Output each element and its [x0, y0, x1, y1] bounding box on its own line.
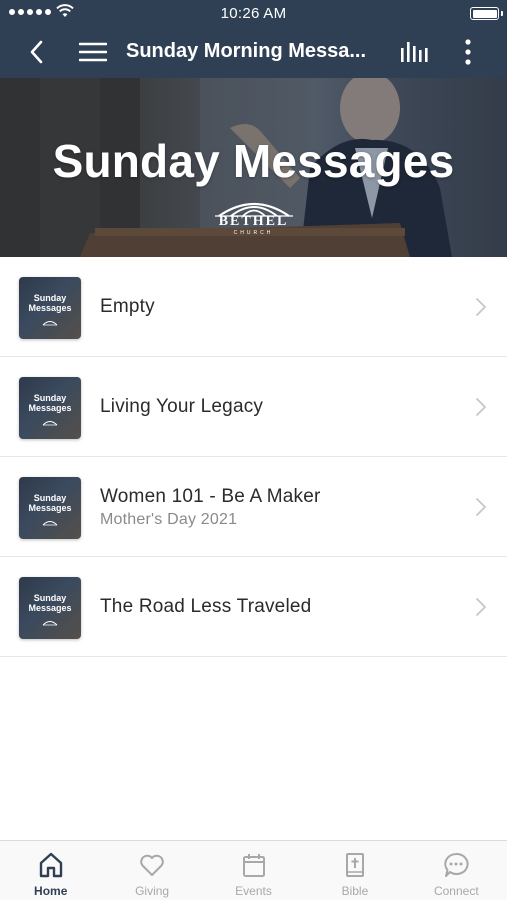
- chevron-right-icon: [476, 398, 486, 416]
- chevron-right-icon: [476, 498, 486, 516]
- thumbnail-title: Sunday Messages: [28, 393, 72, 413]
- message-title: The Road Less Traveled: [100, 596, 312, 617]
- church-logo-subtext: CHURCH: [233, 230, 274, 236]
- message-title: Living Your Legacy: [100, 396, 264, 417]
- status-bar: 10:26 AM: [0, 0, 507, 26]
- tab-label: Bible: [341, 884, 369, 898]
- church-logo-icon: [42, 621, 58, 626]
- tab-events[interactable]: Events: [203, 841, 304, 900]
- church-logo-text: BETHEL: [218, 214, 289, 229]
- chat-bubble-icon: [444, 852, 469, 877]
- item-text: Living Your Legacy: [100, 357, 263, 457]
- hero-banner: Sunday Messages BETHEL CHURCH: [0, 78, 507, 257]
- church-logo-icon: [42, 521, 58, 526]
- item-text: Women 101 - Be A Maker Mother's Day 2021: [100, 457, 321, 557]
- thumbnail-title: Sunday Messages: [28, 293, 72, 313]
- list-item[interactable]: Sunday Messages Living Your Legacy: [0, 357, 507, 457]
- chevron-right-icon: [476, 298, 486, 316]
- list-item[interactable]: Sunday Messages Empty: [0, 257, 507, 357]
- message-thumbnail: Sunday Messages: [19, 477, 81, 539]
- tab-giving[interactable]: Giving: [101, 841, 202, 900]
- more-vertical-icon[interactable]: [458, 38, 478, 66]
- message-thumbnail: Sunday Messages: [19, 577, 81, 639]
- bible-icon: [345, 853, 364, 877]
- thumbnail-title: Sunday Messages: [28, 593, 72, 613]
- tab-home[interactable]: Home: [0, 841, 101, 900]
- calendar-icon: [242, 854, 265, 877]
- tab-label: Giving: [135, 884, 170, 898]
- battery-icon: [470, 7, 503, 20]
- hamburger-menu-icon[interactable]: [79, 41, 107, 63]
- page-title: Sunday Morning Messa...: [126, 40, 367, 62]
- tab-label: Connect: [433, 884, 479, 898]
- list-item[interactable]: Sunday Messages The Road Less Traveled: [0, 557, 507, 657]
- thumbnail-title: Sunday Messages: [28, 493, 72, 513]
- home-icon: [39, 852, 62, 878]
- message-title: Women 101 - Be A Maker: [100, 485, 321, 507]
- back-chevron-icon[interactable]: [27, 39, 47, 65]
- message-title: Empty: [100, 296, 155, 317]
- item-text: The Road Less Traveled: [100, 557, 311, 657]
- item-text: Empty: [100, 257, 155, 357]
- chevron-right-icon: [476, 598, 486, 616]
- tab-bar: Home Giving Events Bible Connect: [0, 840, 507, 900]
- message-list: Sunday Messages Empty Sunday Messages Livi…: [0, 257, 507, 657]
- church-logo-icon: [42, 421, 58, 426]
- tab-label: Home: [34, 884, 68, 898]
- heart-icon: [140, 854, 164, 876]
- list-item[interactable]: Sunday Messages Women 101 - Be A Maker Mo…: [0, 457, 507, 557]
- tab-connect[interactable]: Connect: [406, 841, 507, 900]
- tab-label: Events: [235, 884, 272, 898]
- hero-title: Sunday Messages: [52, 135, 455, 187]
- status-time: 10:26 AM: [220, 5, 287, 22]
- church-logo-icon: [42, 321, 58, 326]
- message-thumbnail: Sunday Messages: [19, 277, 81, 339]
- message-subtitle: Mother's Day 2021: [100, 510, 238, 528]
- navigation-bar: Sunday Morning Messa...: [0, 26, 507, 78]
- tab-bible[interactable]: Bible: [304, 841, 405, 900]
- audio-bars-icon[interactable]: [399, 40, 431, 64]
- message-thumbnail: Sunday Messages: [19, 377, 81, 439]
